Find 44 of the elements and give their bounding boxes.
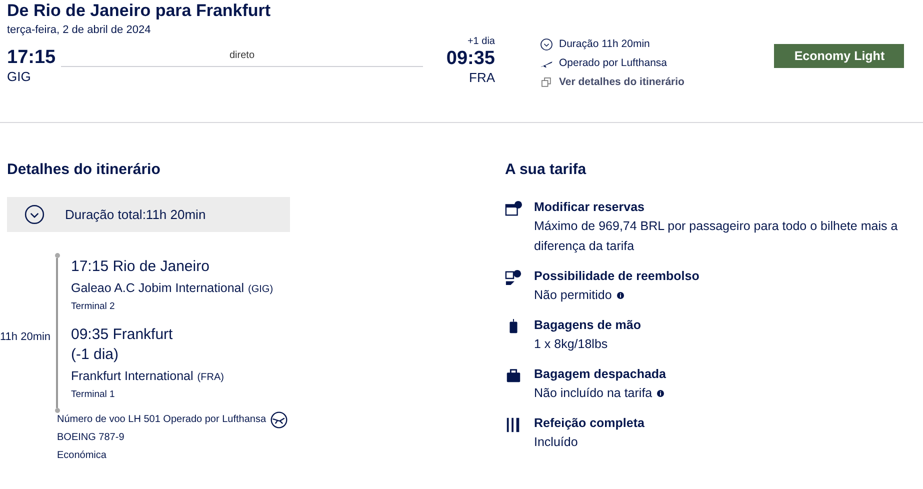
arrival-time: 09:35 — [446, 48, 495, 70]
airport-code: GIG — [7, 69, 32, 84]
section-title: Detalhes do itinerário — [7, 161, 162, 179]
duration-text: Duração total:11h 20min — [65, 207, 206, 222]
flight-number: Número de voo LH 501 Operado por Lufthansa — [57, 413, 266, 427]
fare-badge: Economy Light — [774, 44, 904, 68]
stop-time-city: 17:15 Rio de Janeiro — [71, 257, 210, 277]
airport-name: Frankfurt International — [71, 369, 194, 383]
feature-title: Bagagem despachada — [534, 366, 667, 383]
itinerary-link[interactable]: Ver detalhes do itinerário — [559, 75, 684, 90]
route-title: De Rio de Janeiro para Frankfurt — [7, 0, 272, 21]
departure-time: 17:15 — [7, 47, 53, 69]
feature-detail: Não permitido — [534, 287, 612, 304]
day-note: (-1 dia) — [71, 345, 120, 365]
feature-detail: Máximo de 969,74 BRL por passageiro para todo o bilhete mais a diferença da tarifa — [534, 218, 899, 255]
feature-title: Possibilidade de reembolso — [534, 268, 700, 285]
clock-icon — [540, 38, 553, 51]
airport-code: (FRA) — [197, 372, 224, 383]
stop-time-city: 09:35 Frankfurt — [71, 325, 174, 345]
crane-logo-icon — [270, 411, 288, 429]
airport-code: (GIG) — [248, 284, 274, 295]
stops-label: direto — [229, 50, 254, 62]
aircraft-type: BOEING 787-9 — [57, 431, 126, 445]
segment-duration: 11h 20min — [0, 330, 51, 343]
feature-detail: Incluído — [534, 434, 578, 451]
copy-icon — [540, 76, 553, 89]
terminal: Terminal 1 — [71, 389, 116, 401]
clock-icon — [24, 204, 45, 225]
feature-title: Modificar reservas — [534, 199, 646, 216]
feature-detail: Não incluído na tarifa — [534, 385, 652, 402]
travel-date: terça-feira, 2 de abril de 2024 — [7, 24, 152, 37]
section-title: A sua tarifa — [505, 161, 588, 179]
airport-code: FRA — [469, 70, 495, 85]
feature-title: Refeição completa — [534, 415, 646, 432]
calendar-icon — [505, 200, 522, 217]
feature-title: Bagagens de mão — [534, 317, 642, 334]
briefcase-icon — [505, 367, 522, 384]
airport-name: Galeao A.C Jobim International — [71, 281, 244, 295]
feature-detail: 1 x 8kg/18lbs — [534, 336, 608, 353]
info-text: Operado por Lufthansa — [559, 56, 667, 71]
info-text: Duração 11h 20min — [559, 37, 650, 52]
terminal: Terminal 2 — [71, 301, 116, 313]
day-offset: +1 dia — [467, 36, 495, 48]
cabin-class: Económica — [57, 449, 108, 463]
